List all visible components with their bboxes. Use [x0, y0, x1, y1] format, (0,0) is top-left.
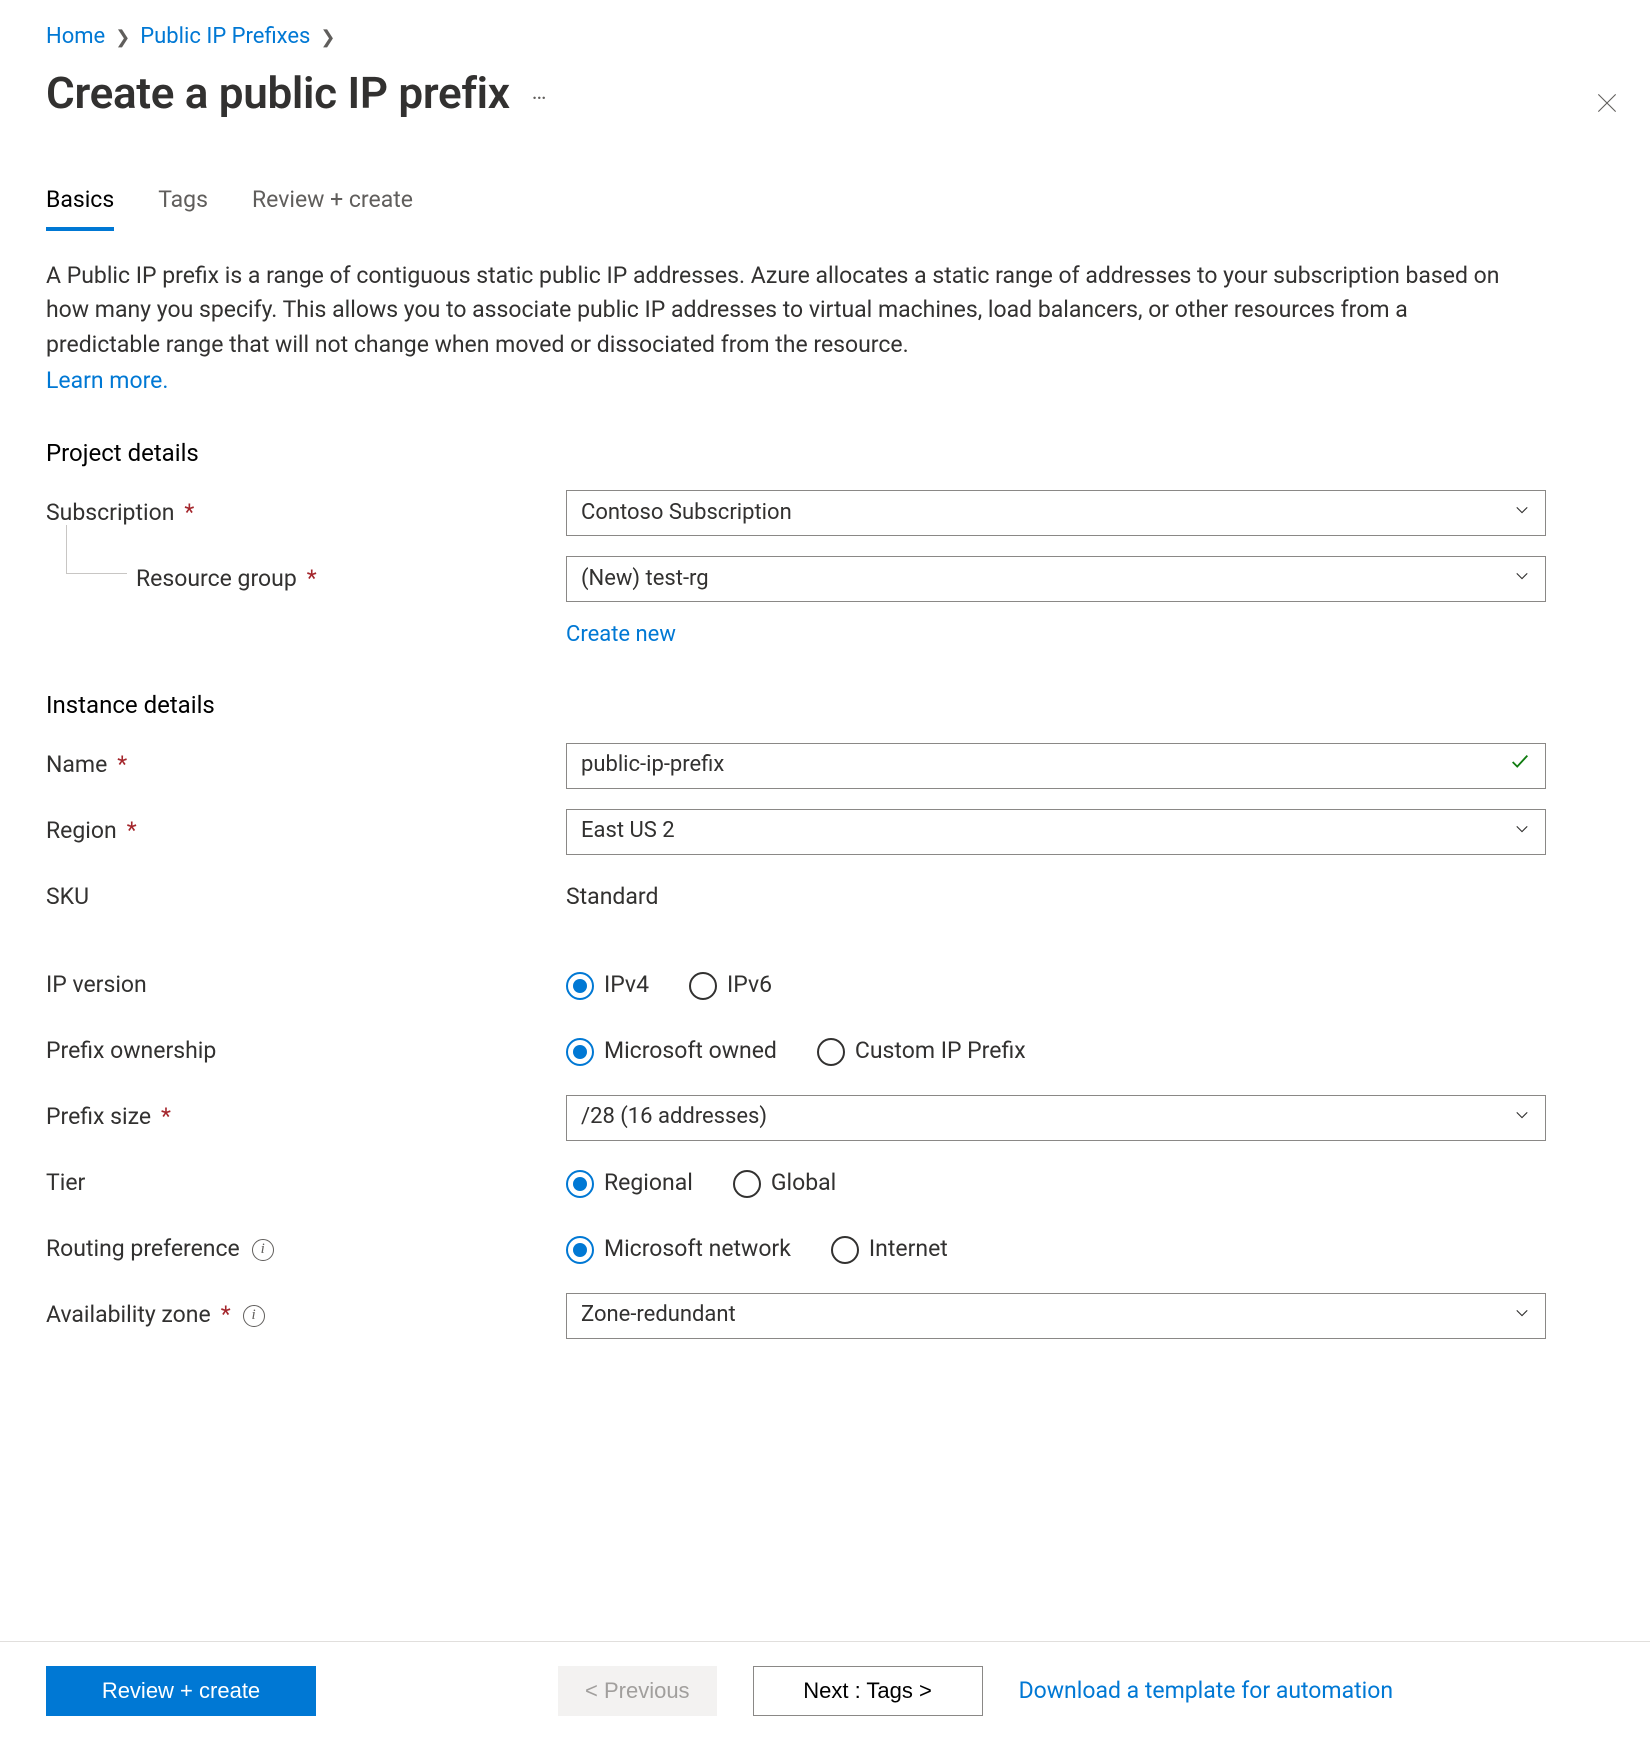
valid-check-icon	[1509, 750, 1531, 782]
radio-dot-icon	[566, 1170, 594, 1198]
resource-group-value: (New) test-rg	[581, 564, 709, 595]
routing-microsoft-network-radio[interactable]: Microsoft network	[566, 1233, 791, 1265]
region-label: Region	[46, 815, 117, 847]
footer: Review + create < Previous Next : Tags >…	[0, 1641, 1650, 1740]
required-indicator: *	[184, 497, 194, 529]
radio-dot-icon	[689, 972, 717, 1000]
ip-version-ipv6-label: IPv6	[727, 969, 772, 1001]
tab-review-create[interactable]: Review + create	[252, 184, 413, 230]
chevron-right-icon: ❯	[320, 25, 335, 50]
info-icon[interactable]: i	[243, 1305, 265, 1327]
review-create-button[interactable]: Review + create	[46, 1666, 316, 1716]
required-indicator: *	[117, 749, 127, 781]
create-new-resource-group-link[interactable]: Create new	[566, 622, 676, 647]
name-value: public-ip-prefix	[581, 750, 724, 781]
info-icon[interactable]: i	[252, 1239, 274, 1261]
chevron-down-icon	[1513, 498, 1531, 529]
subscription-select[interactable]: Contoso Subscription	[566, 490, 1546, 536]
prefix-ownership-custom-label: Custom IP Prefix	[855, 1035, 1026, 1067]
breadcrumb-home[interactable]: Home	[46, 22, 105, 53]
description-text: A Public IP prefix is a range of contigu…	[46, 262, 1500, 358]
page-title: Create a public IP prefix	[46, 63, 510, 125]
more-actions-button[interactable]: …	[532, 78, 549, 109]
prefix-ownership-microsoft-label: Microsoft owned	[604, 1035, 777, 1067]
resource-group-label: Resource group	[136, 563, 297, 595]
tier-regional-radio[interactable]: Regional	[566, 1167, 693, 1199]
section-project-details: Project details	[46, 437, 1604, 471]
name-input[interactable]: public-ip-prefix	[566, 743, 1546, 789]
chevron-down-icon	[1513, 564, 1531, 595]
availability-zone-value: Zone-redundant	[581, 1300, 736, 1331]
sku-label: SKU	[46, 881, 89, 913]
tab-tags[interactable]: Tags	[158, 184, 208, 230]
close-icon	[1594, 90, 1620, 116]
availability-zone-label: Availability zone	[46, 1299, 211, 1331]
chevron-right-icon: ❯	[115, 25, 130, 50]
radio-dot-icon	[733, 1170, 761, 1198]
required-indicator: *	[221, 1299, 231, 1331]
next-button[interactable]: Next : Tags >	[753, 1666, 983, 1716]
learn-more-link[interactable]: Learn more.	[46, 364, 168, 399]
radio-dot-icon	[831, 1236, 859, 1264]
breadcrumb: Home ❯ Public IP Prefixes ❯	[46, 22, 1604, 53]
tab-basics[interactable]: Basics	[46, 184, 114, 230]
chevron-down-icon	[1513, 816, 1531, 847]
breadcrumb-parent[interactable]: Public IP Prefixes	[140, 22, 310, 53]
chevron-down-icon	[1513, 1102, 1531, 1133]
prefix-size-select[interactable]: /28 (16 addresses)	[566, 1095, 1546, 1141]
ip-version-ipv4-radio[interactable]: IPv4	[566, 969, 649, 1001]
prefix-ownership-label: Prefix ownership	[46, 1035, 216, 1067]
required-indicator: *	[307, 563, 317, 595]
ip-version-ipv6-radio[interactable]: IPv6	[689, 969, 772, 1001]
description: A Public IP prefix is a range of contigu…	[46, 259, 1516, 399]
tier-global-radio[interactable]: Global	[733, 1167, 836, 1199]
radio-dot-icon	[817, 1038, 845, 1066]
section-instance-details: Instance details	[46, 689, 1604, 723]
routing-internet-label: Internet	[869, 1233, 948, 1265]
region-value: East US 2	[581, 816, 675, 847]
tier-regional-label: Regional	[604, 1167, 693, 1199]
required-indicator: *	[161, 1101, 171, 1133]
previous-button: < Previous	[558, 1666, 717, 1716]
chevron-down-icon	[1513, 1300, 1531, 1331]
subscription-value: Contoso Subscription	[581, 498, 792, 529]
prefix-size-value: /28 (16 addresses)	[581, 1102, 767, 1133]
prefix-size-label: Prefix size	[46, 1101, 151, 1133]
prefix-ownership-microsoft-radio[interactable]: Microsoft owned	[566, 1035, 777, 1067]
routing-microsoft-network-label: Microsoft network	[604, 1233, 791, 1265]
download-template-link[interactable]: Download a template for automation	[1019, 1675, 1393, 1707]
region-select[interactable]: East US 2	[566, 809, 1546, 855]
radio-dot-icon	[566, 1038, 594, 1066]
radio-dot-icon	[566, 1236, 594, 1264]
required-indicator: *	[127, 815, 137, 847]
radio-dot-icon	[566, 972, 594, 1000]
routing-internet-radio[interactable]: Internet	[831, 1233, 948, 1265]
resource-group-select[interactable]: (New) test-rg	[566, 556, 1546, 602]
close-button[interactable]	[1594, 90, 1620, 125]
tier-global-label: Global	[771, 1167, 836, 1199]
ip-version-ipv4-label: IPv4	[604, 969, 649, 1001]
sku-value: Standard	[566, 881, 658, 913]
availability-zone-select[interactable]: Zone-redundant	[566, 1293, 1546, 1339]
name-label: Name	[46, 749, 107, 781]
ip-version-label: IP version	[46, 969, 147, 1001]
tier-label: Tier	[46, 1167, 85, 1199]
tabs: Basics Tags Review + create	[46, 184, 1604, 230]
routing-preference-label: Routing preference	[46, 1233, 240, 1265]
prefix-ownership-custom-radio[interactable]: Custom IP Prefix	[817, 1035, 1026, 1067]
